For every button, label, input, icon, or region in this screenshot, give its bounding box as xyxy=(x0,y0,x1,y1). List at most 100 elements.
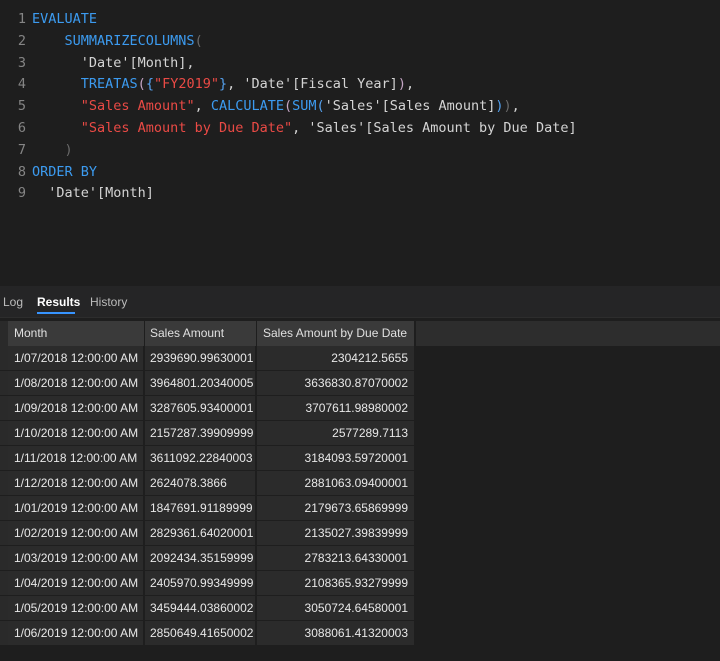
cell-sales-amount[interactable]: 3964801.20340005 xyxy=(145,371,256,395)
table-row[interactable]: 1/12/2018 12:00:00 AM 2624078.3866 2881063… xyxy=(8,471,414,496)
query-editor[interactable]: 1 EVALUATE 2 SUMMARIZECOLUMNS(3 'Date'[Mon… xyxy=(0,0,720,286)
cell-month[interactable]: 1/07/2018 12:00:00 AM xyxy=(8,346,144,370)
code-line[interactable]: 4 TREATAS({"FY2019"}, 'Date'[Fiscal Year… xyxy=(0,73,720,95)
row-gutter[interactable] xyxy=(0,621,8,645)
cell-sales-amount[interactable]: 1847691.91189999 xyxy=(145,496,256,520)
code-line[interactable]: 6 "Sales Amount by Due Date", 'Sales'[Sa… xyxy=(0,117,720,139)
code-token: ) xyxy=(397,76,406,93)
code-token: ) xyxy=(495,98,504,115)
table-row[interactable]: 1/02/2019 12:00:00 AM 2829361.64020001 213… xyxy=(8,521,414,546)
code-token: EVALUATE xyxy=(32,11,98,27)
cell-sales-amount-by-due-date[interactable]: 2881063.09400001 xyxy=(257,471,414,495)
cell-sales-amount[interactable]: 2939690.99630001 xyxy=(145,346,256,370)
row-gutter[interactable] xyxy=(0,571,8,595)
cell-sales-amount[interactable]: 3611092.22840003 xyxy=(145,446,256,470)
cell-month[interactable]: 1/01/2019 12:00:00 AM xyxy=(8,496,144,520)
cell-month[interactable]: 1/11/2018 12:00:00 AM xyxy=(8,446,144,470)
row-gutter[interactable] xyxy=(0,396,8,420)
table-row[interactable]: 1/08/2018 12:00:00 AM 3964801.20340005 363… xyxy=(8,371,414,396)
cell-month[interactable]: 1/09/2018 12:00:00 AM xyxy=(8,396,144,420)
row-gutter[interactable] xyxy=(0,596,8,620)
table-row[interactable]: 1/09/2018 12:00:00 AM 3287605.93400001 370… xyxy=(8,396,414,421)
code-text: ) xyxy=(32,139,73,161)
cell-sales-amount[interactable]: 2157287.39909999 xyxy=(145,421,256,445)
line-number: 2 xyxy=(17,32,26,49)
cell-sales-amount-by-due-date[interactable]: 3707611.98980002 xyxy=(257,396,414,420)
row-gutter[interactable] xyxy=(0,521,8,545)
cell-sales-amount-by-due-date[interactable]: 2783213.64330001 xyxy=(257,546,414,570)
results-tab-bar: Log Results History xyxy=(0,286,720,318)
code-token: SUMMARIZECOLUMNS xyxy=(32,32,195,49)
code-line[interactable]: 2 SUMMARIZECOLUMNS( xyxy=(0,30,720,52)
cell-month[interactable]: 1/08/2018 12:00:00 AM xyxy=(8,371,144,395)
code-token: ) xyxy=(503,98,512,115)
cell-month[interactable]: 1/12/2018 12:00:00 AM xyxy=(8,471,144,495)
row-gutter[interactable] xyxy=(0,471,8,495)
code-token: { xyxy=(145,76,154,93)
cell-month[interactable]: 1/06/2019 12:00:00 AM xyxy=(8,621,144,645)
code-line[interactable]: 3 'Date'[Month], xyxy=(0,52,720,74)
cell-month[interactable]: 1/03/2019 12:00:00 AM xyxy=(8,546,144,570)
cell-month[interactable]: 1/05/2019 12:00:00 AM xyxy=(8,596,144,620)
table-row[interactable]: 1/11/2018 12:00:00 AM 3611092.22840003 318… xyxy=(8,446,414,471)
row-gutter[interactable] xyxy=(0,421,8,445)
code-token: 'Sales'[Sales Amount] xyxy=(324,98,496,115)
code-line[interactable]: 5 "Sales Amount", CALCULATE(SUM('Sales'[… xyxy=(0,95,720,117)
column-header-month[interactable]: Month xyxy=(8,321,145,346)
cell-sales-amount-by-due-date[interactable]: 3050724.64580001 xyxy=(257,596,414,620)
column-header-sales-amount[interactable]: Sales Amount xyxy=(145,321,257,346)
code-token: ) xyxy=(32,141,73,158)
cell-sales-amount[interactable]: 2850649.41650002 xyxy=(145,621,256,645)
row-gutter[interactable] xyxy=(0,446,8,470)
cell-sales-amount[interactable]: 2829361.64020001 xyxy=(145,521,256,545)
code-token: , xyxy=(405,76,415,93)
line-number: 7 xyxy=(17,141,26,158)
code-text: 'Date'[Month], xyxy=(32,52,195,74)
line-number: 3 xyxy=(17,54,26,71)
tab-results[interactable]: Results xyxy=(37,294,80,312)
tab-history[interactable]: History xyxy=(90,294,127,312)
code-line[interactable]: 9 'Date'[Month] xyxy=(0,182,720,204)
tab-log[interactable]: Log xyxy=(3,294,23,312)
cell-sales-amount-by-due-date[interactable]: 2179673.65869999 xyxy=(257,496,414,520)
column-header-sales-amount-by-due-date[interactable]: Sales Amount by Due Date xyxy=(257,321,415,346)
code-line[interactable]: 8 ORDER BY xyxy=(0,161,720,183)
code-token: ( xyxy=(137,76,146,93)
table-row[interactable]: 1/04/2019 12:00:00 AM 2405970.99349999 210… xyxy=(8,571,414,596)
cell-sales-amount-by-due-date[interactable]: 3184093.59720001 xyxy=(257,446,414,470)
cell-sales-amount[interactable]: 2624078.3866 xyxy=(145,471,256,495)
cell-sales-amount-by-due-date[interactable]: 2304212.5655 xyxy=(257,346,414,370)
table-row[interactable]: 1/05/2019 12:00:00 AM 3459444.03860002 305… xyxy=(8,596,414,621)
cell-sales-amount[interactable]: 3287605.93400001 xyxy=(145,396,256,420)
code-text: SUMMARIZECOLUMNS( xyxy=(32,30,203,52)
cell-sales-amount-by-due-date[interactable]: 2577289.7113 xyxy=(257,421,414,445)
row-gutter[interactable] xyxy=(0,371,8,395)
code-line[interactable]: 7 ) xyxy=(0,139,720,161)
cell-month[interactable]: 1/04/2019 12:00:00 AM xyxy=(8,571,144,595)
row-gutter[interactable] xyxy=(0,496,8,520)
table-row[interactable]: 1/07/2018 12:00:00 AM 2939690.99630001 230… xyxy=(8,346,414,371)
code-text: "Sales Amount", CALCULATE(SUM('Sales'[Sa… xyxy=(32,95,520,117)
cell-sales-amount-by-due-date[interactable]: 2135027.39839999 xyxy=(257,521,414,545)
cell-month[interactable]: 1/10/2018 12:00:00 AM xyxy=(8,421,144,445)
table-row[interactable]: 1/01/2019 12:00:00 AM 1847691.91189999 217… xyxy=(8,496,414,521)
cell-month[interactable]: 1/02/2019 12:00:00 AM xyxy=(8,521,144,545)
code-token: , xyxy=(194,98,211,115)
code-token: ORDER BY xyxy=(32,163,98,180)
cell-sales-amount-by-due-date[interactable]: 3636830.87070002 xyxy=(257,371,414,395)
cell-sales-amount-by-due-date[interactable]: 3088061.41320003 xyxy=(257,621,414,645)
table-row[interactable]: 1/10/2018 12:00:00 AM 2157287.39909999 257… xyxy=(8,421,414,446)
table-row[interactable]: 1/03/2019 12:00:00 AM 2092434.35159999 278… xyxy=(8,546,414,571)
cell-sales-amount-by-due-date[interactable]: 2108365.93279999 xyxy=(257,571,414,595)
row-gutter[interactable] xyxy=(0,546,8,570)
code-token: , 'Sales'[Sales Amount by Due Date] xyxy=(292,120,577,136)
code-line[interactable]: 1 EVALUATE xyxy=(0,8,720,30)
row-gutter[interactable] xyxy=(0,346,8,370)
cell-sales-amount[interactable]: 2405970.99349999 xyxy=(145,571,256,595)
cell-sales-amount[interactable]: 3459444.03860002 xyxy=(145,596,256,620)
code-token: , xyxy=(511,98,520,115)
table-row[interactable]: 1/06/2019 12:00:00 AM 2850649.41650002 308… xyxy=(8,621,414,646)
cell-sales-amount[interactable]: 2092434.35159999 xyxy=(145,546,256,570)
code-token: } xyxy=(218,76,228,93)
